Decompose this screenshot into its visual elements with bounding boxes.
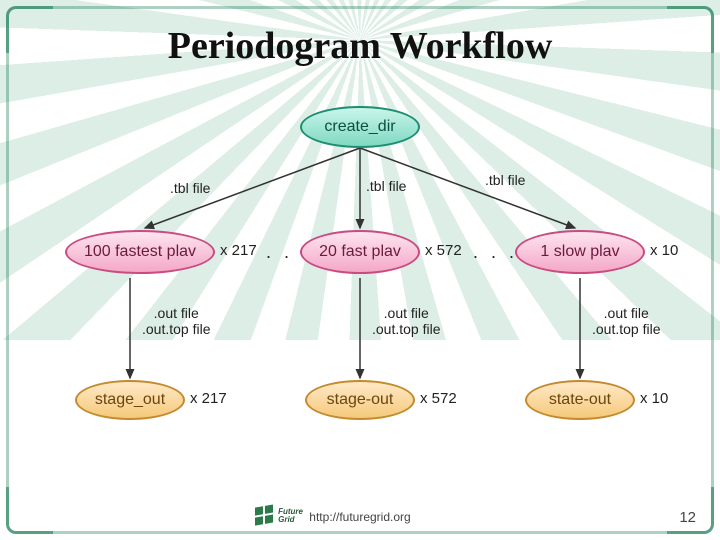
diagram-arrows xyxy=(60,100,660,480)
node-fast-plav: 20 fast plav xyxy=(300,230,420,274)
multiplier-fast: x 572 xyxy=(425,242,462,259)
node-stage-out-left: stage_out xyxy=(75,380,185,420)
ellipsis: . . . xyxy=(473,242,518,263)
workflow-diagram: create_dir .tbl file .tbl file .tbl file… xyxy=(60,100,660,480)
node-fastest-plav: 100 fastest plav xyxy=(65,230,215,274)
multiplier-stage-left: x 217 xyxy=(190,390,227,407)
edge-label-out-mid: .out file.out.top file xyxy=(372,305,441,337)
edge-label-tbl-left: .tbl file xyxy=(170,180,210,196)
node-slow-plav: 1 slow plav xyxy=(515,230,645,274)
footer-url: http://futuregrid.org xyxy=(0,510,720,524)
edge-label-tbl-mid: .tbl file xyxy=(366,178,406,194)
slide: Periodogram Workflow create_dir .tbl fil… xyxy=(0,0,720,540)
edge-label-tbl-right: .tbl file xyxy=(485,172,525,188)
edge-label-out-right: .out file.out.top file xyxy=(592,305,661,337)
multiplier-slow: x 10 xyxy=(650,242,678,259)
node-create-dir: create_dir xyxy=(300,106,420,148)
multiplier-fastest: x 217 xyxy=(220,242,257,259)
node-stage-out-right: state-out xyxy=(525,380,635,420)
slide-title: Periodogram Workflow xyxy=(0,24,720,68)
multiplier-stage-mid: x 572 xyxy=(420,390,457,407)
node-stage-out-mid: stage-out xyxy=(305,380,415,420)
page-number: 12 xyxy=(679,509,696,526)
edge-label-out-left: .out file.out.top file xyxy=(142,305,211,337)
multiplier-stage-right: x 10 xyxy=(640,390,668,407)
